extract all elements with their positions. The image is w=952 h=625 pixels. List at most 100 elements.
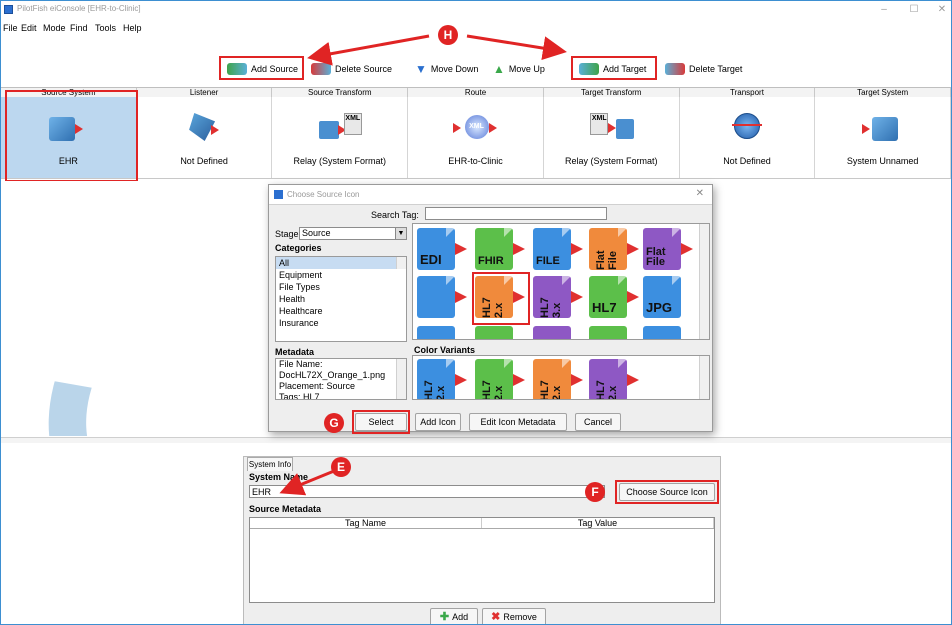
variants-scrollbar[interactable]: [699, 356, 709, 399]
delete-target-icon: [665, 63, 685, 75]
partial-icon[interactable]: [643, 326, 681, 339]
close-button[interactable]: ✕: [935, 4, 949, 16]
hl7-2x-orange-variant-icon[interactable]: HL7 2.x: [533, 359, 583, 399]
flat-file-purple-icon[interactable]: Flat File: [643, 228, 693, 270]
category-item[interactable]: All: [276, 257, 406, 269]
listener-label: Not Defined: [180, 156, 228, 166]
move-up-button[interactable]: ▲ Move Up: [493, 61, 545, 77]
partial-icon[interactable]: [533, 326, 571, 339]
stage-target-system[interactable]: System Unnamed: [815, 97, 951, 178]
header-transport: Transport: [679, 88, 816, 97]
edit-icon-metadata-button[interactable]: Edit Icon Metadata: [469, 413, 567, 431]
search-tag-input[interactable]: [425, 207, 607, 220]
column-tag-name[interactable]: Tag Name: [250, 518, 482, 528]
icon-grid-scrollbar[interactable]: [699, 224, 709, 339]
target-system-icon: [860, 111, 906, 145]
menu-edit[interactable]: Edit: [21, 23, 37, 33]
move-up-label: Move Up: [508, 64, 545, 74]
move-down-button[interactable]: ▼ Move Down: [415, 61, 478, 77]
marker-h: H: [438, 25, 458, 45]
toolbar: Add Source Delete Source ▼ Move Down ▲ M…: [1, 53, 951, 83]
hl7-2x-purple-icon[interactable]: HL7 2.x: [589, 359, 639, 399]
stage-source-transform[interactable]: XML Relay (System Format): [272, 97, 409, 178]
eiconsole-window: PilotFish eiConsole [EHR-to-Clinic] – ☐ …: [0, 0, 952, 625]
selected-icon-highlight: [472, 272, 530, 325]
marker-g: G: [324, 413, 344, 433]
app-logo-icon: [4, 5, 13, 14]
menu-mode[interactable]: Mode: [43, 23, 66, 33]
route-xml-icon: XML: [452, 111, 499, 145]
hl7-3x-icon[interactable]: HL7 3.x: [533, 276, 583, 318]
arrow-down-icon: ▼: [415, 62, 427, 76]
table-header: Tag Name Tag Value: [250, 518, 714, 529]
document-list-icon[interactable]: [417, 276, 467, 318]
source-metadata-table: Tag Name Tag Value: [249, 517, 715, 603]
jpg-icon[interactable]: JPG: [643, 276, 681, 318]
menu-bar: File Edit Mode Find Tools Help: [1, 23, 301, 37]
category-item[interactable]: Insurance: [276, 317, 406, 329]
stage-listener[interactable]: Not Defined: [137, 97, 273, 178]
stage-transport[interactable]: Not Defined: [680, 97, 816, 178]
source-metadata-label: Source Metadata: [249, 504, 322, 514]
globe-icon: [724, 111, 770, 145]
tab-system-info[interactable]: System Info: [247, 457, 293, 471]
flat-file-orange-icon[interactable]: Flat File: [589, 228, 639, 270]
hl7-icon[interactable]: HL7: [589, 276, 639, 318]
choose-source-icon-dialog: Choose Source Icon ✕ Search Tag: Stage: …: [268, 184, 713, 434]
category-item[interactable]: Health: [276, 293, 406, 305]
dialog-close-icon[interactable]: ✕: [696, 188, 704, 199]
menu-help[interactable]: Help: [123, 23, 142, 33]
metadata-line: File Name:: [279, 359, 323, 369]
remove-label: Remove: [503, 612, 537, 622]
marker-e: E: [331, 457, 351, 477]
route-label: EHR-to-Clinic: [448, 156, 503, 166]
menu-file[interactable]: File: [3, 23, 18, 33]
edi-icon[interactable]: EDI: [417, 228, 467, 270]
category-item[interactable]: File Types: [276, 281, 406, 293]
window-title: PilotFish eiConsole [EHR-to-Clinic]: [17, 4, 141, 13]
transport-label: Not Defined: [723, 156, 771, 166]
panel-splitter[interactable]: [1, 437, 951, 443]
maximize-button[interactable]: ☐: [907, 4, 921, 16]
remove-button[interactable]: ✖ Remove: [482, 608, 546, 624]
hl7-2x-blue-icon[interactable]: HL7 2.x: [417, 359, 467, 399]
select-button-highlight: [352, 410, 410, 434]
add-label: Add: [452, 612, 469, 622]
chevron-down-icon: ▼: [395, 228, 406, 239]
minimize-button[interactable]: –: [877, 4, 891, 16]
partial-icon[interactable]: [475, 326, 513, 339]
delete-source-button[interactable]: Delete Source: [311, 61, 392, 77]
category-item[interactable]: Healthcare: [276, 305, 406, 317]
file-icon[interactable]: FILE: [533, 228, 583, 270]
stage-select[interactable]: Source ▼: [299, 227, 407, 240]
cancel-button[interactable]: Cancel: [575, 413, 621, 431]
add-button[interactable]: ✚ Add: [430, 608, 478, 624]
add-icon-button[interactable]: Add Icon: [415, 413, 461, 431]
menu-find[interactable]: Find: [70, 23, 88, 33]
add-target-highlight: [571, 56, 657, 80]
categories-list[interactable]: All Equipment File Types Health Healthca…: [275, 256, 407, 342]
delete-target-button[interactable]: Delete Target: [665, 61, 742, 77]
categories-scrollbar[interactable]: [396, 257, 406, 269]
add-source-highlight: [219, 56, 304, 80]
icon-grid: EDI FHIR FILE Flat File Flat File HL7 2.…: [412, 223, 710, 340]
fhir-icon[interactable]: FHIR: [475, 228, 525, 270]
system-name-input[interactable]: [249, 485, 605, 498]
stage-value: Source: [302, 228, 331, 238]
partial-icon[interactable]: [417, 326, 455, 339]
system-name-label: System Name: [249, 472, 309, 482]
metadata-scrollbar[interactable]: [396, 359, 406, 399]
header-target-system: Target System: [815, 88, 951, 97]
stage-route[interactable]: XML EHR-to-Clinic: [408, 97, 544, 178]
category-item[interactable]: Equipment: [276, 269, 406, 281]
stage-target-transform[interactable]: XML Relay (System Format): [544, 97, 680, 178]
dialog-app-icon: [274, 190, 283, 199]
column-tag-value[interactable]: Tag Value: [482, 518, 714, 528]
search-tag-label: Search Tag:: [371, 210, 419, 220]
marker-f: F: [585, 482, 605, 502]
source-transform-label: Relay (System Format): [293, 156, 387, 166]
color-variants-label: Color Variants: [414, 345, 476, 355]
partial-icon[interactable]: [589, 326, 627, 339]
menu-tools[interactable]: Tools: [95, 23, 116, 33]
hl7-2x-green-icon[interactable]: HL7 2.x: [475, 359, 525, 399]
